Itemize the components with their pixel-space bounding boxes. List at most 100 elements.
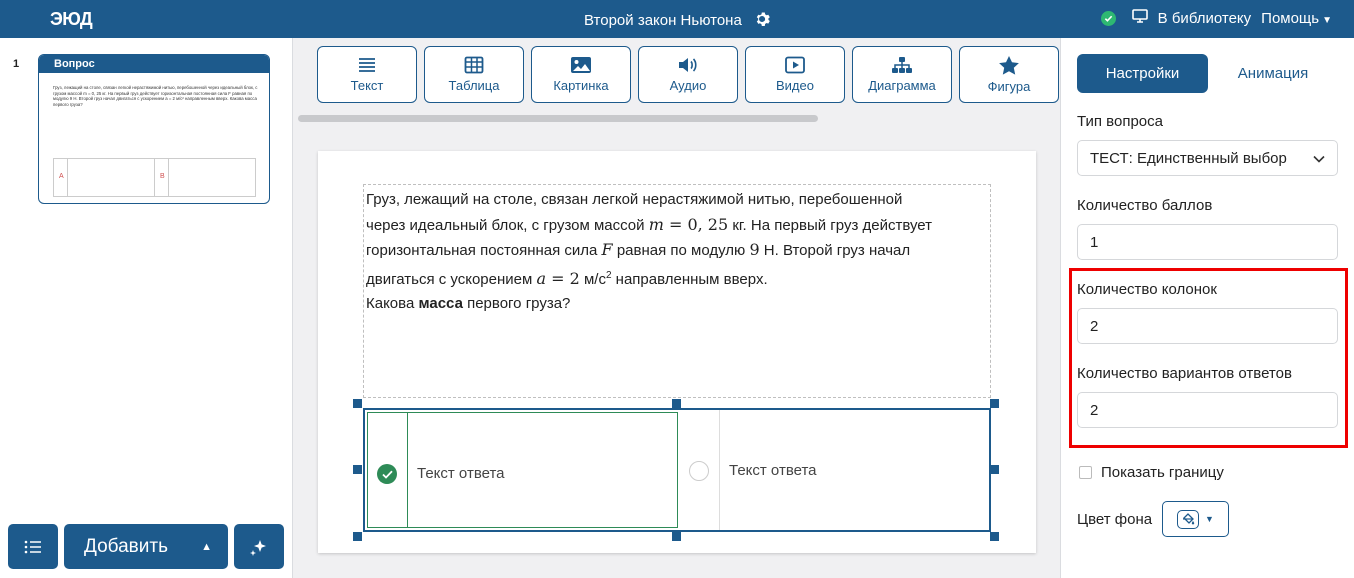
radio-unchecked-icon[interactable] bbox=[689, 461, 709, 481]
hierarchy-icon bbox=[892, 57, 912, 73]
library-link[interactable]: В библиотеку bbox=[1158, 10, 1251, 27]
text-fragment: через идеальный блок, с грузом массой bbox=[366, 216, 649, 234]
answer-option[interactable]: Текст ответа bbox=[367, 412, 678, 528]
gear-icon[interactable] bbox=[754, 11, 770, 31]
thumbnail-answer: B bbox=[155, 159, 255, 196]
question-type-value: ТЕСТ: Единственный выбор bbox=[1090, 149, 1287, 167]
text-fragment: равная по модулю bbox=[612, 242, 750, 259]
insert-image-label: Картинка bbox=[553, 78, 609, 93]
text-fragment: Н. Второй груз начал bbox=[759, 242, 911, 259]
caret-down-icon: ▼ bbox=[1322, 14, 1332, 26]
show-border-checkbox[interactable] bbox=[1079, 466, 1092, 479]
text-fragment: м/с bbox=[579, 270, 606, 288]
slide-canvas: Груз, лежащий на столе, связан легкой не… bbox=[318, 151, 1036, 553]
insert-table-button[interactable]: Таблица bbox=[424, 46, 524, 103]
ai-magic-button[interactable] bbox=[234, 524, 284, 569]
tab-settings[interactable]: Настройки bbox=[1077, 54, 1208, 93]
correct-check-icon[interactable] bbox=[377, 464, 397, 484]
monitor-icon[interactable] bbox=[1131, 9, 1148, 27]
resize-handle-n[interactable] bbox=[672, 399, 681, 408]
app-logo[interactable]: ЭЮД bbox=[50, 9, 93, 30]
insert-text-button[interactable]: Текст bbox=[317, 46, 417, 103]
insert-shape-button[interactable]: Фигура bbox=[959, 46, 1059, 103]
image-icon bbox=[571, 57, 591, 73]
tab-animation[interactable]: Анимация bbox=[1221, 54, 1325, 93]
question-type-label: Тип вопроса bbox=[1077, 113, 1163, 130]
bold-text: масса bbox=[418, 295, 463, 312]
insert-video-label: Видео bbox=[776, 78, 814, 93]
paint-bucket-icon bbox=[1177, 509, 1200, 529]
caret-down-icon: ▼ bbox=[1205, 514, 1214, 524]
math-variable: m bbox=[648, 214, 664, 234]
answer-option[interactable]: Текст ответа bbox=[680, 410, 989, 530]
answer-text[interactable]: Текст ответа bbox=[417, 465, 505, 482]
insert-toolbar: Текст Таблица Картинка Аудио Видео Диагр… bbox=[317, 46, 1059, 103]
math-value: = 0, 25 bbox=[663, 214, 729, 234]
show-border-label[interactable]: Показать границу bbox=[1101, 464, 1224, 481]
insert-table-label: Таблица bbox=[448, 78, 500, 93]
star-icon bbox=[999, 56, 1019, 75]
caret-up-icon[interactable]: ▲ bbox=[201, 541, 212, 553]
slide-thumbnail-title: Вопрос bbox=[39, 55, 269, 73]
resize-handle-w[interactable] bbox=[353, 465, 362, 474]
top-bar: ЭЮД Второй закон Ньютона В библиотеку По… bbox=[0, 0, 1354, 38]
resize-handle-sw[interactable] bbox=[353, 532, 362, 541]
resize-handle-nw[interactable] bbox=[353, 399, 362, 408]
question-line: двигаться с ускорением a = 2 м/с2 направ… bbox=[366, 264, 988, 293]
answer-options-block[interactable]: Текст ответа Текст ответа bbox=[363, 408, 991, 532]
thumbnail-answer-label: B bbox=[160, 173, 165, 180]
insert-diagram-button[interactable]: Диаграмма bbox=[852, 46, 952, 103]
text-fragment: горизонтальная постоянная сила bbox=[366, 242, 602, 259]
table-icon bbox=[464, 56, 484, 74]
help-menu[interactable]: Помощь ▼ bbox=[1261, 10, 1332, 27]
answer-text[interactable]: Текст ответа bbox=[729, 462, 817, 479]
resize-handle-se[interactable] bbox=[990, 532, 999, 541]
slide-number: 1 bbox=[13, 58, 20, 70]
sparkle-icon bbox=[250, 539, 266, 556]
question-type-select[interactable]: ТЕСТ: Единственный выбор bbox=[1077, 140, 1338, 176]
slide-thumbnail-answers: A B bbox=[53, 158, 256, 197]
slides-panel: 1 Вопрос Груз, лежащий на столе, связан … bbox=[0, 38, 293, 578]
insert-text-label: Текст bbox=[350, 78, 384, 93]
resize-handle-s[interactable] bbox=[672, 532, 681, 541]
insert-image-button[interactable]: Картинка bbox=[531, 46, 631, 103]
math-value: 9 bbox=[749, 240, 760, 259]
options-count-input[interactable]: 2 bbox=[1077, 392, 1338, 428]
top-right-menu: В библиотеку Помощь ▼ bbox=[1100, 9, 1332, 27]
thumbnail-answer: A bbox=[54, 159, 155, 196]
answer-divider bbox=[719, 410, 720, 530]
chevron-down-icon bbox=[1313, 150, 1325, 167]
columns-label: Количество колонок bbox=[1077, 281, 1217, 298]
resize-handle-ne[interactable] bbox=[990, 399, 999, 408]
text-fragment: двигаться с ускорением bbox=[366, 270, 537, 288]
options-count-label: Количество вариантов ответов bbox=[1077, 365, 1292, 382]
bg-color-picker[interactable]: ▼ bbox=[1162, 501, 1229, 537]
text-fragment: кг. На первый груз действует bbox=[728, 216, 933, 234]
save-status-icon bbox=[1100, 10, 1116, 26]
points-input[interactable]: 1 bbox=[1077, 224, 1338, 260]
text-lines-icon bbox=[359, 58, 375, 72]
toolbar-scrollbar[interactable] bbox=[298, 115, 818, 122]
add-slide-button[interactable]: Добавить ▲ bbox=[64, 524, 228, 569]
insert-audio-label: Аудио bbox=[669, 78, 707, 93]
document-title[interactable]: Второй закон Ньютона bbox=[584, 12, 742, 29]
insert-shape-label: Фигура bbox=[987, 79, 1031, 94]
insert-diagram-label: Диаграмма bbox=[868, 78, 936, 93]
resize-handle-e[interactable] bbox=[990, 465, 999, 474]
properties-panel: Настройки Анимация Тип вопроса ТЕСТ: Еди… bbox=[1060, 38, 1354, 578]
text-fragment: Какова bbox=[366, 295, 419, 312]
math-variable: a bbox=[536, 268, 547, 288]
play-icon bbox=[785, 56, 805, 74]
thumbnail-answer-label: A bbox=[59, 173, 64, 180]
insert-audio-button[interactable]: Аудио bbox=[638, 46, 738, 103]
math-variable: F bbox=[601, 240, 613, 259]
columns-input[interactable]: 2 bbox=[1077, 308, 1338, 344]
text-fragment: первого груза? bbox=[462, 295, 571, 312]
answer-divider bbox=[407, 413, 408, 527]
math-value: = 2 bbox=[546, 268, 580, 288]
insert-video-button[interactable]: Видео bbox=[745, 46, 845, 103]
question-text-box[interactable]: Груз, лежащий на столе, связан легкой не… bbox=[363, 184, 991, 398]
slide-list-button[interactable] bbox=[8, 524, 58, 569]
slide-thumbnail[interactable]: Вопрос Груз, лежащий на столе, связан ле… bbox=[38, 54, 270, 204]
help-label: Помощь bbox=[1261, 9, 1320, 27]
